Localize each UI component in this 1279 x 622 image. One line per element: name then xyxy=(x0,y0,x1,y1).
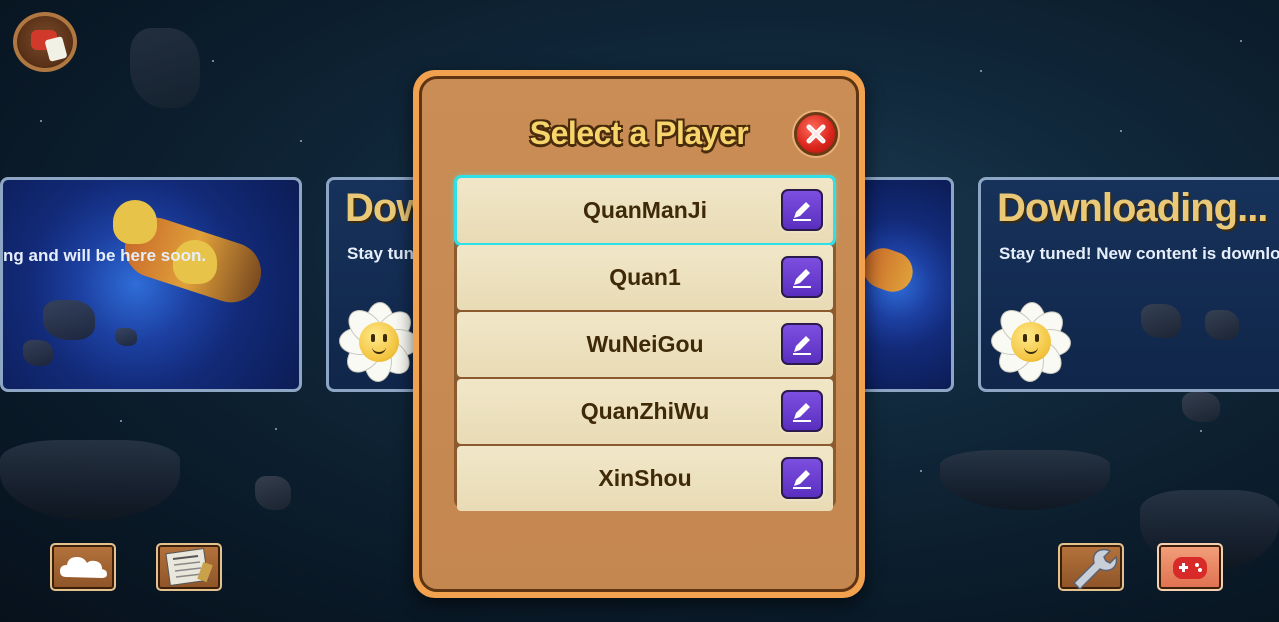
player-row[interactable]: XinShou xyxy=(457,446,833,511)
pencil-icon xyxy=(793,336,811,355)
player-name: XinShou xyxy=(598,465,692,491)
player-row[interactable]: WuNeiGou xyxy=(457,312,833,377)
edit-player-button[interactable] xyxy=(781,390,823,432)
player-row[interactable]: QuanZhiWu xyxy=(457,379,833,444)
pencil-icon xyxy=(793,269,811,288)
close-button[interactable] xyxy=(794,112,838,156)
dialog-title: Select a Player xyxy=(529,115,749,151)
player-name: QuanManJi xyxy=(583,197,707,223)
select-player-dialog: Select a Player QuanManJi Quan1 WuNeiGou… xyxy=(413,70,865,598)
player-list: QuanManJi Quan1 WuNeiGou QuanZhiWu XinSh… xyxy=(454,175,836,511)
close-icon xyxy=(806,124,826,144)
player-row[interactable]: Quan1 xyxy=(457,245,833,310)
pencil-icon xyxy=(793,202,811,221)
edit-player-button[interactable] xyxy=(781,457,823,499)
pencil-icon xyxy=(793,403,811,422)
player-row[interactable]: QuanManJi xyxy=(454,175,836,246)
player-name: QuanZhiWu xyxy=(580,398,710,424)
modal-overlay: Select a Player QuanManJi Quan1 WuNeiGou… xyxy=(0,0,1279,622)
dialog-panel: Select a Player QuanManJi Quan1 WuNeiGou… xyxy=(419,76,859,592)
edit-player-button[interactable] xyxy=(781,323,823,365)
edit-player-button[interactable] xyxy=(781,189,823,231)
pencil-icon xyxy=(793,470,811,489)
player-name: Quan1 xyxy=(609,264,681,290)
player-name: WuNeiGou xyxy=(586,331,704,357)
edit-player-button[interactable] xyxy=(781,256,823,298)
